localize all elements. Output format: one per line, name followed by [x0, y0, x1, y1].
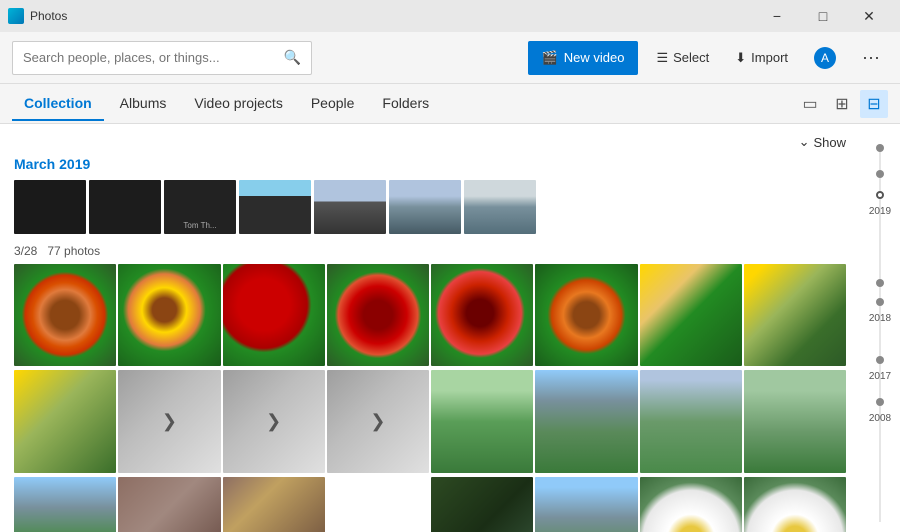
tab-people[interactable]: People: [299, 87, 367, 121]
view-grid-button[interactable]: ⊞: [828, 90, 856, 118]
tab-folders[interactable]: Folders: [370, 87, 441, 121]
timeline-dot[interactable]: [876, 170, 884, 178]
list-item[interactable]: [223, 264, 325, 366]
window-controls: − □ ✕: [754, 0, 892, 32]
view-list-button[interactable]: ▭: [796, 90, 824, 118]
section-header: March 2019: [14, 156, 846, 172]
close-button[interactable]: ✕: [846, 0, 892, 32]
date-label: 3/28 77 photos: [14, 244, 846, 258]
content-area: ⌄ Show March 2019 Tom Th... 3/28 77 phot…: [0, 124, 900, 532]
list-item[interactable]: [431, 370, 533, 472]
import-button[interactable]: ⬇ Import: [727, 41, 796, 75]
small-photo-row: Tom Th...: [14, 180, 846, 234]
tab-collection[interactable]: Collection: [12, 87, 104, 121]
select-icon: ☰: [656, 50, 668, 66]
timeline-year-2018[interactable]: 2018: [869, 313, 891, 324]
list-item[interactable]: [744, 264, 846, 366]
timeline: 2019 2018 2017 2008: [860, 124, 900, 532]
timeline-dot[interactable]: [876, 279, 884, 287]
list-item[interactable]: [535, 264, 637, 366]
list-item[interactable]: [118, 264, 220, 366]
tab-albums[interactable]: Albums: [108, 87, 179, 121]
timeline-year-2019[interactable]: 2019: [869, 206, 891, 217]
list-item[interactable]: [535, 477, 637, 532]
list-item[interactable]: [14, 477, 116, 532]
view-controls: ▭ ⊞ ⊟: [796, 90, 888, 118]
list-item[interactable]: ❯: [327, 370, 429, 472]
select-label: Select: [673, 50, 709, 65]
timeline-dot[interactable]: [876, 356, 884, 364]
timeline-line: [880, 144, 881, 522]
list-item[interactable]: [223, 477, 325, 532]
search-box[interactable]: 🔍: [12, 41, 312, 75]
new-video-button[interactable]: 🎬 New video: [528, 41, 639, 75]
list-item: [327, 477, 429, 532]
timeline-dot[interactable]: [876, 144, 884, 152]
list-item[interactable]: Tom Th...: [164, 180, 236, 234]
list-item[interactable]: ❯: [118, 370, 220, 472]
select-button[interactable]: ☰ Select: [648, 41, 717, 75]
list-item[interactable]: [14, 370, 116, 472]
chevron-down-icon: ⌄: [799, 134, 810, 150]
nav-tabs: Collection Albums Video projects People …: [0, 84, 900, 124]
maximize-button[interactable]: □: [800, 0, 846, 32]
show-label: Show: [813, 135, 846, 150]
list-item[interactable]: [431, 477, 533, 532]
photo-grid-row3: [14, 477, 846, 532]
list-item[interactable]: [89, 180, 161, 234]
list-item[interactable]: [640, 264, 742, 366]
photo-grid-row1: [14, 264, 846, 366]
account-icon: A: [814, 47, 836, 69]
list-item[interactable]: [744, 477, 846, 532]
show-button[interactable]: ⌄ Show: [799, 134, 846, 150]
main-content: ⌄ Show March 2019 Tom Th... 3/28 77 phot…: [0, 124, 860, 532]
list-item[interactable]: [431, 264, 533, 366]
search-input[interactable]: [23, 50, 284, 65]
timeline-dot[interactable]: [876, 298, 884, 306]
list-item[interactable]: ❯: [223, 370, 325, 472]
list-item[interactable]: [535, 370, 637, 472]
title-bar: Photos − □ ✕: [0, 0, 900, 32]
list-item[interactable]: [744, 370, 846, 472]
app-icon: [8, 8, 24, 24]
list-item[interactable]: [239, 180, 311, 234]
list-item[interactable]: [464, 180, 536, 234]
timeline-year-2017[interactable]: 2017: [869, 371, 891, 382]
list-item[interactable]: [327, 264, 429, 366]
title-bar-left: Photos: [8, 8, 67, 24]
timeline-dot[interactable]: [876, 398, 884, 406]
search-icon: 🔍: [284, 49, 301, 66]
list-item[interactable]: [389, 180, 461, 234]
new-video-icon: 🎬: [542, 50, 558, 66]
app-title: Photos: [30, 9, 67, 23]
timeline-year-2008[interactable]: 2008: [869, 413, 891, 424]
import-icon: ⬇: [735, 50, 746, 66]
new-video-label: New video: [564, 50, 625, 65]
list-item[interactable]: [14, 180, 86, 234]
list-item[interactable]: [14, 264, 116, 366]
import-label: Import: [751, 50, 788, 65]
list-item[interactable]: [640, 370, 742, 472]
list-item[interactable]: [640, 477, 742, 532]
list-item[interactable]: [314, 180, 386, 234]
show-row: ⌄ Show: [14, 134, 846, 150]
tab-video-projects[interactable]: Video projects: [182, 87, 294, 121]
view-large-grid-button[interactable]: ⊟: [860, 90, 888, 118]
timeline-dot-active[interactable]: [876, 191, 884, 199]
account-button[interactable]: A: [806, 41, 844, 75]
list-item[interactable]: [118, 477, 220, 532]
minimize-button[interactable]: −: [754, 0, 800, 32]
photo-grid-row2: ❯ ❯ ❯: [14, 370, 846, 472]
toolbar: 🔍 🎬 New video ☰ Select ⬇ Import A ···: [0, 32, 900, 84]
more-button[interactable]: ···: [854, 43, 888, 72]
